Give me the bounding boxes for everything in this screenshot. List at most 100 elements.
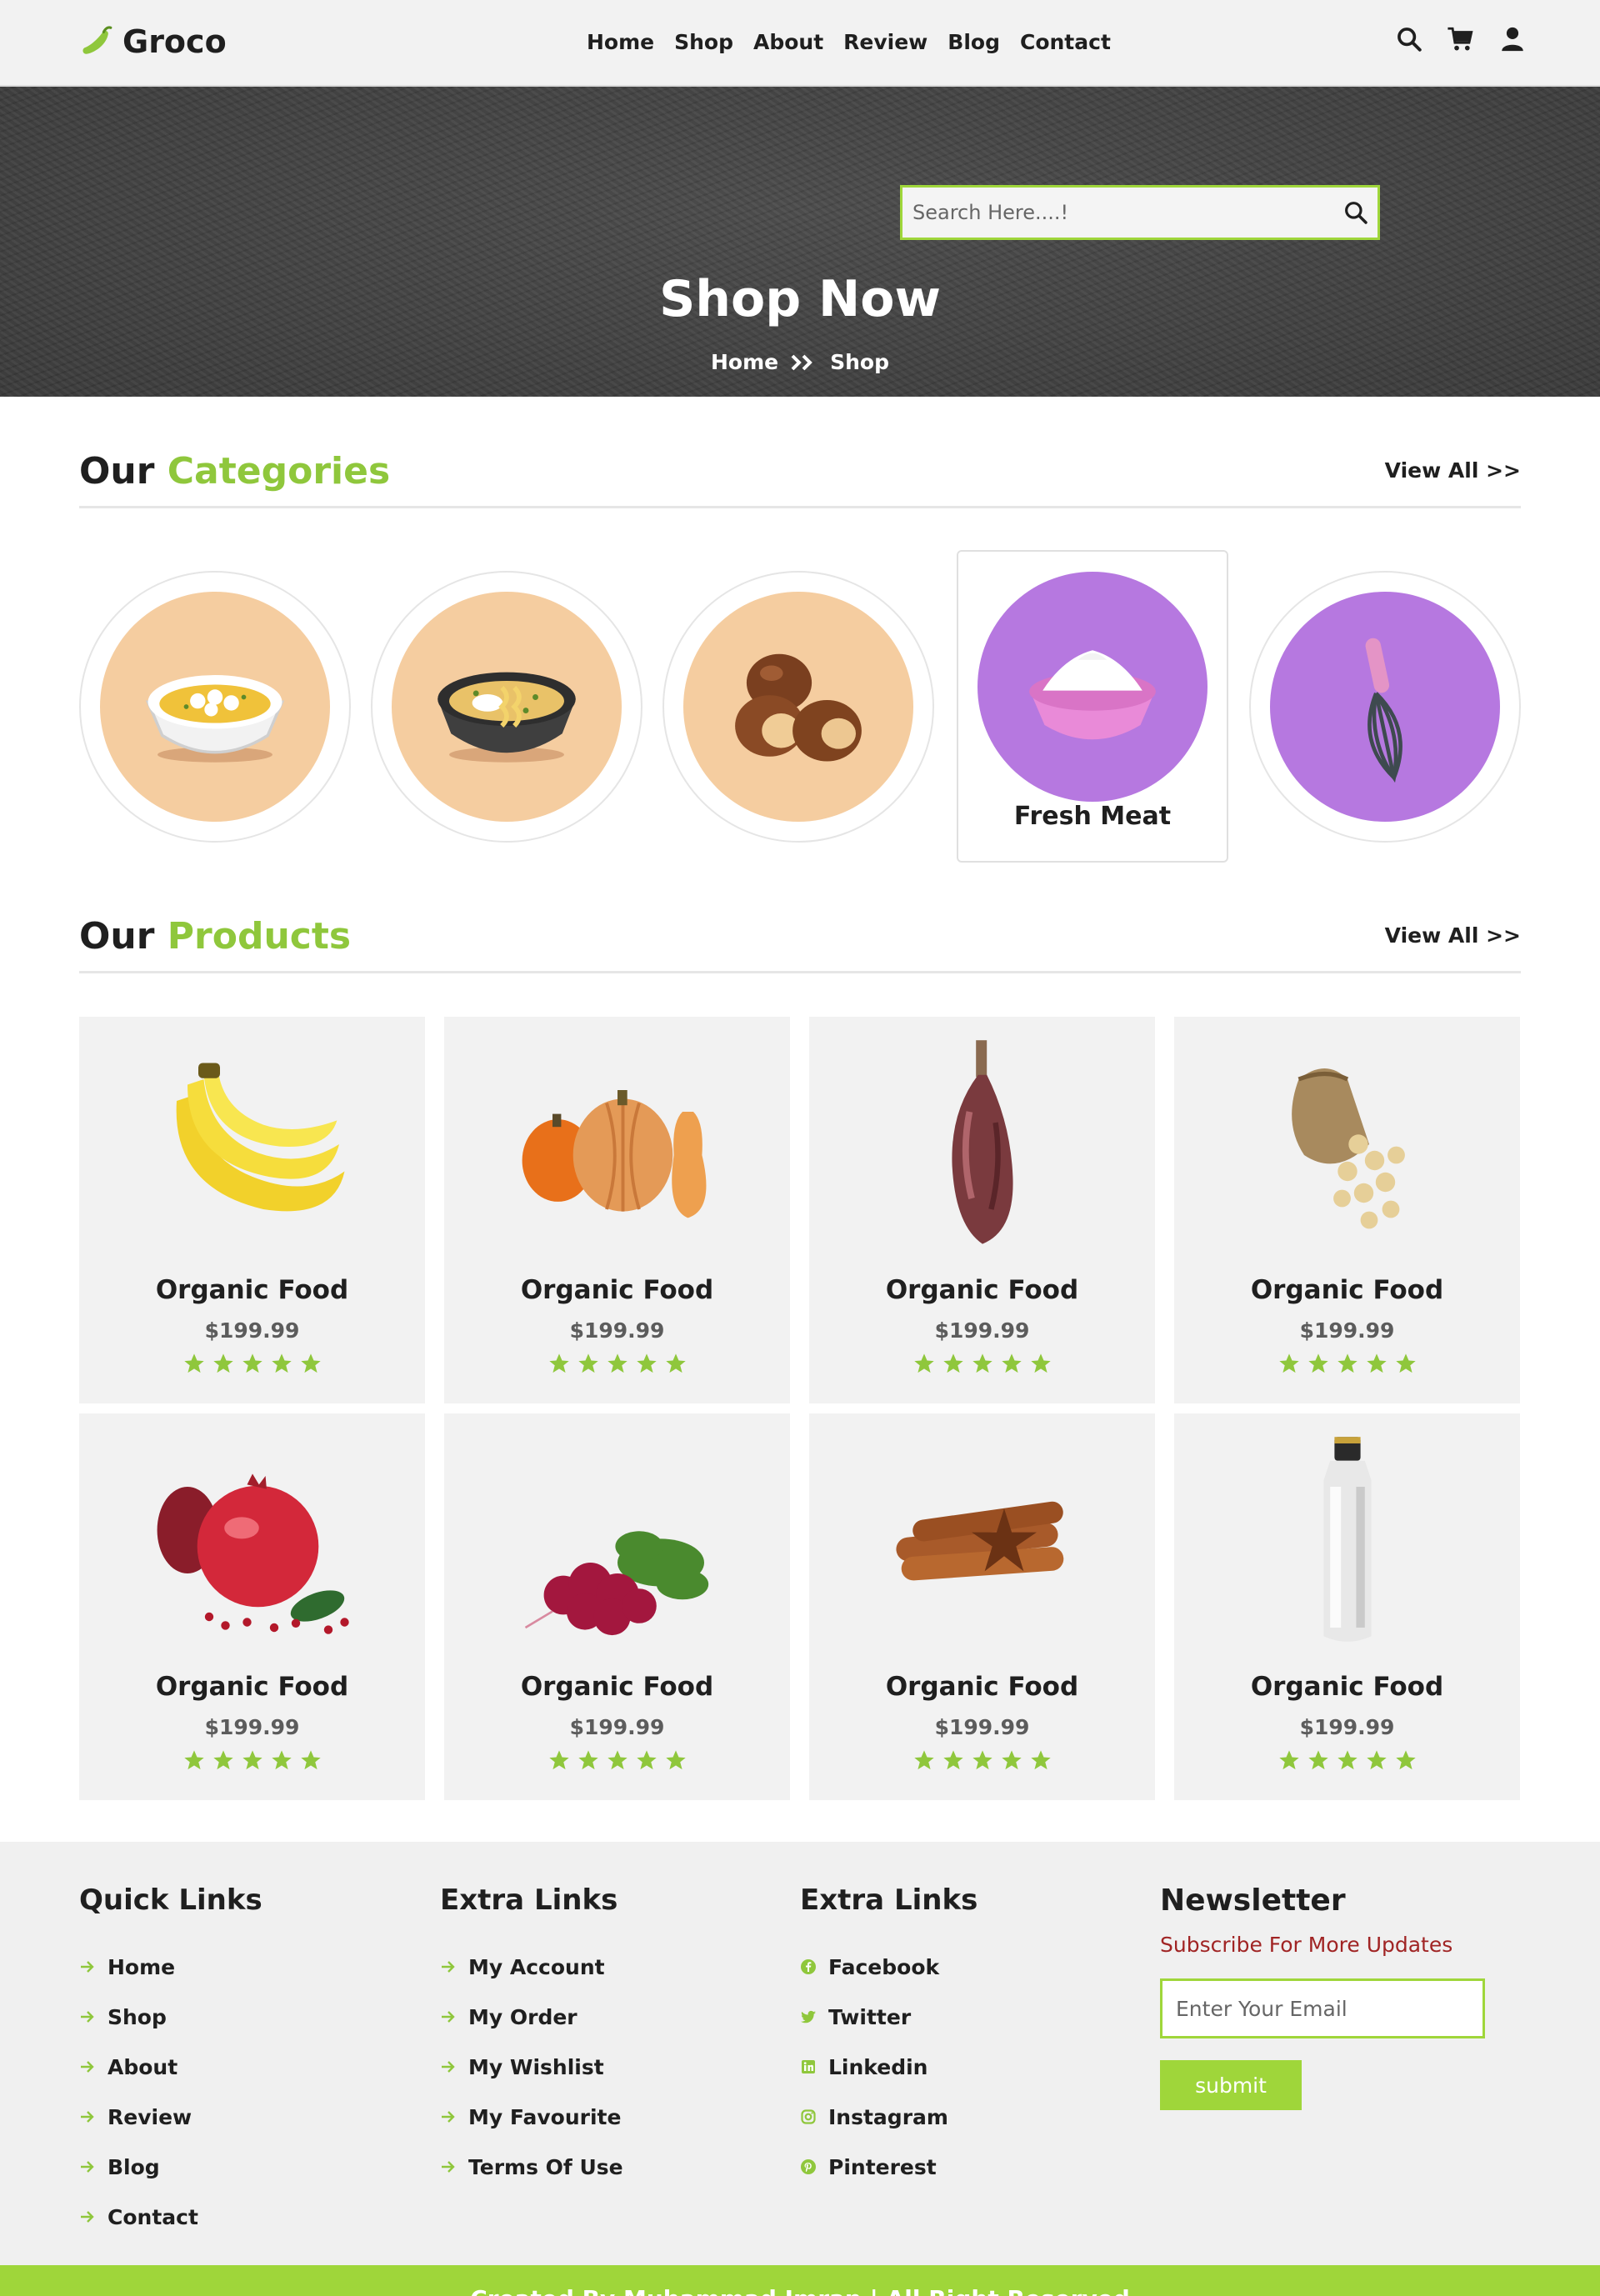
footer-link-pinterest[interactable]: Pinterest xyxy=(800,2142,978,2192)
bottle-icon xyxy=(1322,1437,1372,1642)
product-price: $199.99 xyxy=(204,1715,300,1739)
star-icon xyxy=(578,1750,598,1770)
star-icon xyxy=(636,1750,657,1770)
footer-link-my-order[interactable]: My Order xyxy=(440,1992,623,2042)
star-icon xyxy=(1030,1750,1051,1770)
product-card[interactable]: Organic Food $199.99 xyxy=(809,1413,1155,1800)
whisk-icon xyxy=(1365,638,1402,783)
footer-link-label[interactable]: My Order xyxy=(468,2005,578,2029)
cashew-sack-icon xyxy=(1291,1068,1405,1229)
footer-social-links: Extra Links Facebook Twitter Linkedin In… xyxy=(800,1883,978,2192)
product-grid: Organic Food $199.99 Organic Food $199.9… xyxy=(79,1017,1521,1802)
flour-bowl-icon xyxy=(1029,650,1156,740)
categories-view-all[interactable]: View All >> xyxy=(1385,458,1521,483)
product-name: Organic Food xyxy=(520,1672,714,1702)
footer-link-label[interactable]: Shop xyxy=(108,2005,167,2029)
arrow-right-icon xyxy=(81,2161,94,2173)
footer-link-label[interactable]: Instagram xyxy=(828,2105,948,2129)
product-name: Organic Food xyxy=(1250,1275,1444,1305)
arrow-right-icon xyxy=(442,2111,455,2123)
category-item-active[interactable]: Fresh Meat xyxy=(957,550,1228,863)
product-price: $199.99 xyxy=(934,1318,1030,1343)
breadcrumb: Home Shop xyxy=(0,350,1600,374)
footer-extra-links-title: Extra Links xyxy=(440,1883,618,1917)
search-input[interactable] xyxy=(902,201,1302,224)
footer-link-shop[interactable]: Shop xyxy=(79,1992,262,2042)
nav-blog[interactable]: Blog xyxy=(948,30,1000,54)
footer-link-label[interactable]: Pinterest xyxy=(828,2155,937,2179)
product-card[interactable]: Organic Food $199.99 xyxy=(809,1017,1155,1403)
breadcrumb-home[interactable]: Home xyxy=(711,350,778,374)
star-icon xyxy=(972,1353,992,1373)
product-image xyxy=(809,1032,1155,1257)
footer-link-label[interactable]: Home xyxy=(108,1955,175,1979)
category-item[interactable] xyxy=(79,571,351,843)
footer-link-label[interactable]: About xyxy=(108,2055,178,2079)
category-item[interactable] xyxy=(662,571,934,843)
product-card[interactable]: Organic Food $199.99 xyxy=(1174,1017,1520,1403)
product-rating xyxy=(1174,1352,1520,1375)
footer-link-home[interactable]: Home xyxy=(79,1942,262,1992)
logo-text: Groco xyxy=(122,23,227,60)
footer-link-my-wishlist[interactable]: My Wishlist xyxy=(440,2042,623,2092)
footer-link-about[interactable]: About xyxy=(79,2042,262,2092)
footer-link-label[interactable]: Review xyxy=(108,2105,192,2129)
nav-contact[interactable]: Contact xyxy=(1020,30,1111,54)
footer-link-terms[interactable]: Terms Of Use xyxy=(440,2142,623,2192)
nav-shop[interactable]: Shop xyxy=(674,30,733,54)
search-submit-icon[interactable] xyxy=(1342,199,1369,229)
footer-link-label[interactable]: My Wishlist xyxy=(468,2055,604,2079)
product-card[interactable]: Organic Food $199.99 xyxy=(444,1017,790,1403)
nav-about[interactable]: About xyxy=(753,30,823,54)
radish-icon xyxy=(524,1531,708,1636)
star-icon xyxy=(607,1353,628,1373)
newsletter-submit-button[interactable]: submit xyxy=(1160,2060,1302,2110)
footer-link-label[interactable]: My Favourite xyxy=(468,2105,621,2129)
footer-link-instagram[interactable]: Instagram xyxy=(800,2092,978,2142)
product-name: Organic Food xyxy=(155,1672,349,1702)
star-icon xyxy=(1001,1353,1022,1373)
cart-icon[interactable] xyxy=(1447,25,1475,57)
footer-link-label[interactable]: Contact xyxy=(108,2205,198,2229)
footer-link-label[interactable]: Linkedin xyxy=(828,2055,928,2079)
footer-link-contact[interactable]: Contact xyxy=(79,2192,262,2242)
nav-home[interactable]: Home xyxy=(587,30,654,54)
footer-link-label[interactable]: Twitter xyxy=(828,2005,911,2029)
product-card[interactable]: Organic Food $199.99 xyxy=(444,1413,790,1800)
nav-review[interactable]: Review xyxy=(843,30,928,54)
cinnamon-icon xyxy=(895,1501,1063,1581)
footer-link-label[interactable]: Blog xyxy=(108,2155,160,2179)
category-item[interactable] xyxy=(1249,571,1521,843)
footer-link-label[interactable]: Facebook xyxy=(828,1955,939,1979)
footer-link-label[interactable]: My Account xyxy=(468,1955,605,1979)
user-icon[interactable] xyxy=(1498,25,1527,57)
star-icon xyxy=(548,1353,569,1373)
category-label: Fresh Meat xyxy=(1013,802,1172,831)
star-icon xyxy=(1337,1750,1358,1770)
products-view-all[interactable]: View All >> xyxy=(1385,923,1521,948)
footer-link-my-favourite[interactable]: My Favourite xyxy=(440,2092,623,2142)
product-card[interactable]: Organic Food $199.99 xyxy=(79,1413,425,1800)
footer-link-my-account[interactable]: My Account xyxy=(440,1942,623,1992)
product-card[interactable]: Organic Food $199.99 xyxy=(1174,1413,1520,1800)
footer-link-blog[interactable]: Blog xyxy=(79,2142,262,2192)
noodle-bowl-icon xyxy=(438,672,576,763)
footer-link-review[interactable]: Review xyxy=(79,2092,262,2142)
logo[interactable]: Groco xyxy=(79,23,227,60)
newsletter-title: Newsletter xyxy=(1160,1883,1346,1918)
category-item[interactable] xyxy=(371,571,642,843)
newsletter-email-input[interactable] xyxy=(1160,1978,1485,2038)
footer-link-label[interactable]: Terms Of Use xyxy=(468,2155,623,2179)
star-icon xyxy=(212,1750,233,1770)
footer-link-facebook[interactable]: Facebook xyxy=(800,1942,978,1992)
star-icon xyxy=(665,1750,686,1770)
product-card[interactable]: Organic Food $199.99 xyxy=(79,1017,425,1403)
footer-link-linkedin[interactable]: Linkedin xyxy=(800,2042,978,2092)
star-icon xyxy=(607,1750,628,1770)
footer-link-twitter[interactable]: Twitter xyxy=(800,1992,978,2042)
star-icon xyxy=(1308,1353,1328,1373)
facebook-icon xyxy=(801,1959,816,1974)
arrow-right-icon xyxy=(81,2211,94,2223)
star-icon xyxy=(972,1750,992,1770)
search-icon[interactable] xyxy=(1395,25,1423,57)
